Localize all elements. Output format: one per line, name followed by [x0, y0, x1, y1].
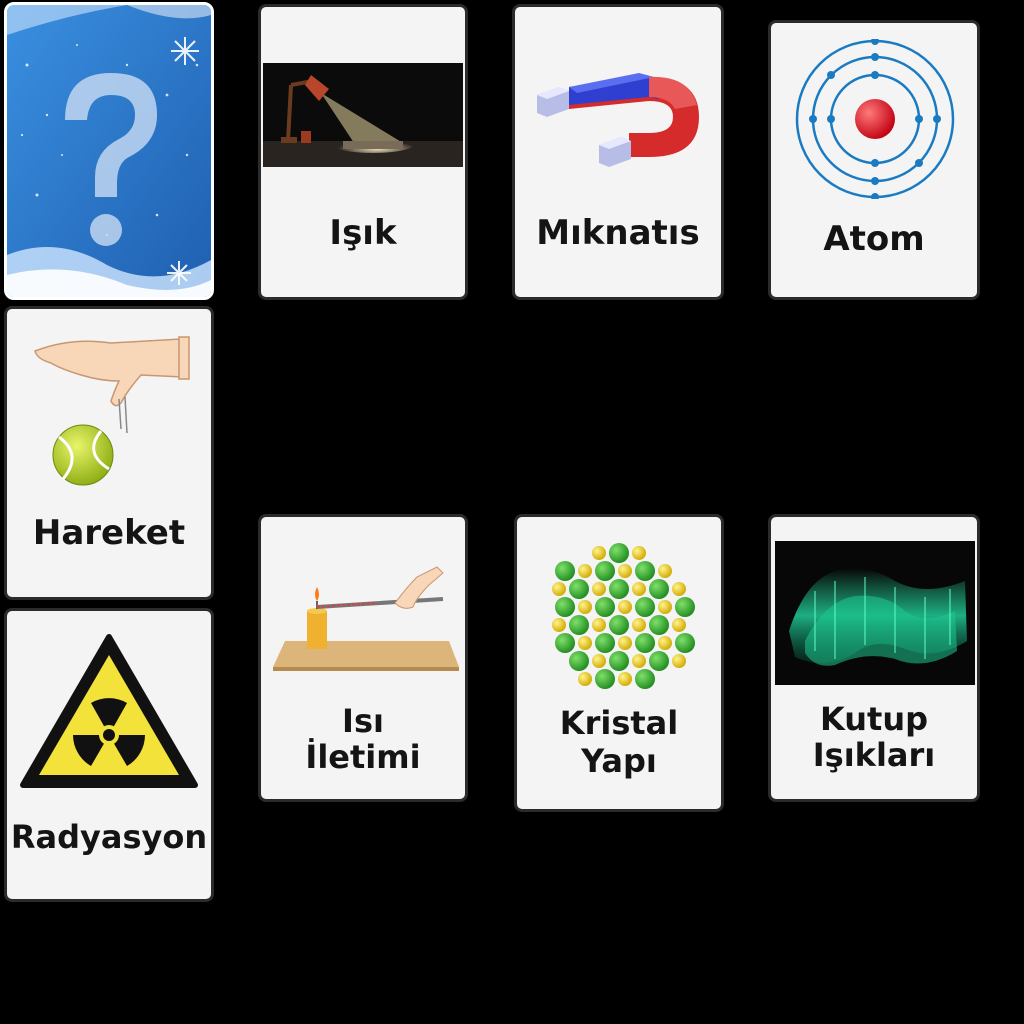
card-label: Hareket: [32, 513, 186, 553]
card-isik[interactable]: Işık: [258, 4, 468, 300]
card-label-line-1: Isı: [342, 702, 384, 740]
question-mark-icon: [7, 5, 211, 297]
card-miknatis[interactable]: Mıknatıs: [512, 4, 724, 300]
aurora-icon: [775, 541, 975, 685]
card-label-line-2: İletimi: [305, 738, 421, 776]
card-label-line-1: Kutup: [820, 700, 928, 738]
falling-ball-icon: [34, 336, 190, 486]
horseshoe-magnet-icon: [537, 73, 699, 167]
card-label-line-2: Işıkları: [812, 736, 936, 774]
card-atom[interactable]: Atom: [768, 20, 980, 300]
card-kutup-isiklari[interactable]: Kutup Işıkları: [768, 514, 980, 802]
card-label-line-1: Kristal: [559, 704, 679, 742]
crystal-lattice-icon: [552, 543, 695, 689]
card-radyasyon[interactable]: Radyasyon: [4, 608, 214, 902]
radiation-warning-icon: [20, 634, 198, 788]
card-kristal-yapi[interactable]: Kristal Yapı: [514, 514, 724, 812]
card-label: Işık: [329, 213, 397, 253]
heat-conduction-icon: [273, 566, 459, 671]
card-label: Radyasyon: [10, 818, 208, 856]
card-label: Mıknatıs: [536, 213, 700, 253]
card-face-down[interactable]: [4, 2, 214, 300]
card-label-line-2: Yapı: [581, 742, 657, 780]
card-hareket[interactable]: Hareket: [4, 306, 214, 600]
card-isi-iletimi[interactable]: Isı İletimi: [258, 514, 468, 802]
desk-lamp-icon: [263, 63, 463, 167]
card-label: Atom: [823, 219, 925, 259]
atom-icon: [795, 39, 955, 199]
